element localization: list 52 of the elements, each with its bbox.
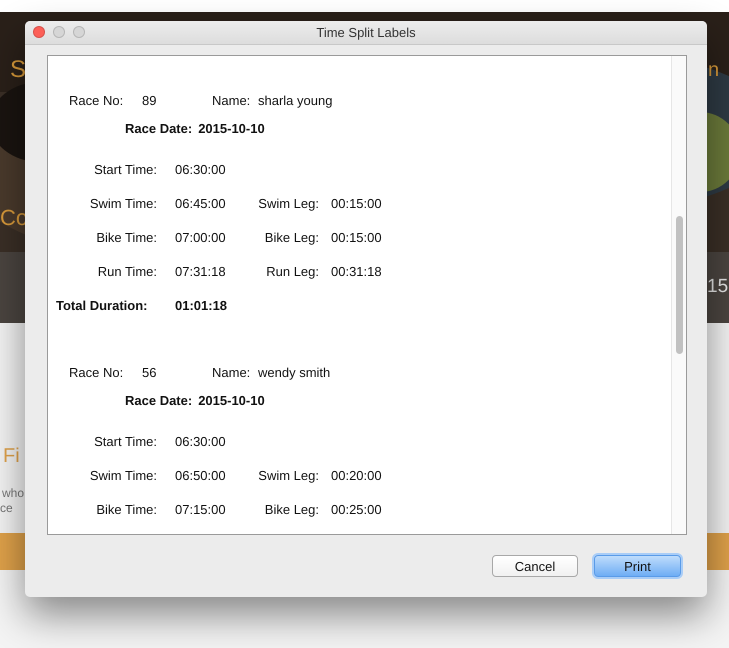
window-title: Time Split Labels <box>316 25 416 40</box>
field-label: Swim Time: <box>88 196 157 210</box>
cancel-button[interactable]: Cancel <box>492 555 578 577</box>
field-label: Run Leg: <box>265 264 319 278</box>
field-label: Swim Time: <box>88 468 157 482</box>
background-text: S <box>10 58 26 82</box>
field-label: Swim Leg: <box>257 196 319 210</box>
background-text: 15 <box>707 277 728 296</box>
background-text: ce <box>0 502 13 514</box>
time-value: 06:50:00 <box>174 468 227 482</box>
field-label: Race Date: <box>125 392 192 408</box>
time-value: 06:30:00 <box>174 162 227 176</box>
time-value: 06:30:00 <box>174 434 227 448</box>
field-label: Total Duration: <box>56 298 148 312</box>
time-value: 00:15:00 <box>330 230 383 244</box>
field-label: Swim Leg: <box>257 468 319 482</box>
field-label: Start Time: <box>93 162 157 176</box>
race-number: 56 <box>142 364 158 380</box>
race-number: 89 <box>142 92 158 108</box>
field-label: Name: <box>212 92 252 108</box>
field-label: Race Date: <box>125 120 192 136</box>
background-text: n <box>708 60 720 80</box>
scrollbar[interactable] <box>671 56 686 534</box>
zoom-icon[interactable] <box>73 26 85 38</box>
race-date: 2015-10-10 <box>198 392 265 408</box>
field-label: Race No: <box>69 364 124 380</box>
time-value: 00:20:00 <box>330 468 383 482</box>
total-duration: 01:01:18 <box>174 298 228 312</box>
field-label: Bike Time: <box>95 230 157 244</box>
background-text: Fi <box>3 446 20 466</box>
time-value: 00:31:18 <box>330 264 383 278</box>
time-value: 07:00:00 <box>174 230 227 244</box>
field-label: Run Time: <box>96 264 157 278</box>
scroll-thumb[interactable] <box>676 216 683 354</box>
background-text: who <box>2 487 24 499</box>
field-label: Bike Time: <box>95 502 157 516</box>
time-value: 00:15:00 <box>330 196 383 210</box>
print-button[interactable]: Print <box>594 555 681 577</box>
field-label: Name: <box>212 364 252 380</box>
runner-name: sharla young <box>258 92 332 108</box>
time-value: 07:31:18 <box>174 264 227 278</box>
time-value: 06:45:00 <box>174 196 227 210</box>
field-label: Start Time: <box>93 434 157 448</box>
time-value: 07:15:00 <box>174 502 227 516</box>
field-label: Bike Leg: <box>264 230 319 244</box>
minimize-icon[interactable] <box>53 26 65 38</box>
close-icon[interactable] <box>33 26 45 38</box>
time-value: 00:25:00 <box>330 502 383 516</box>
field-label: Race No: <box>69 92 124 108</box>
field-label: Bike Leg: <box>264 502 319 516</box>
race-date: 2015-10-10 <box>198 120 265 136</box>
runner-name: wendy smith <box>258 364 330 380</box>
